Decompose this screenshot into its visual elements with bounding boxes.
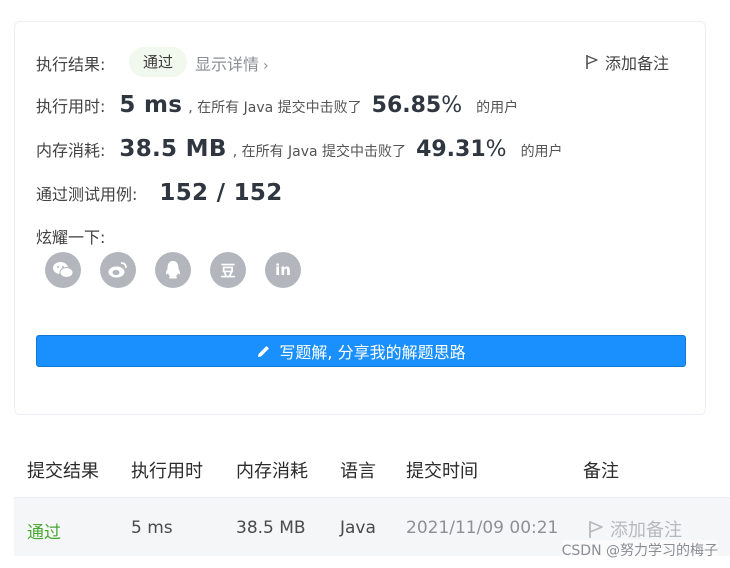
runtime-label: 执行用时: [36,97,106,116]
row-language: Java [340,518,376,538]
add-note-label: 添加备注 [604,54,669,73]
show-detail-label: 显示详情 [195,55,260,74]
memory-percent: 49.31 [416,137,486,162]
tests-label: 通过测试用例: [36,185,138,204]
memory-tail: 的用户 [520,144,563,160]
weibo-icon[interactable] [100,252,136,288]
memory-row: 内存消耗: 38.5 MB , 在所有 Java 提交中击败了 49.31 % … [36,136,563,162]
header-note: 备注 [583,461,619,482]
douban-glyph: 豆 [220,261,236,280]
header-time: 提交时间 [406,461,478,482]
tests-row: 通过测试用例: 152 / 152 [36,180,283,206]
status-badge: 通过 [129,47,188,77]
write-solution-button[interactable]: 写题解, 分享我的解题思路 [36,335,686,367]
tests-value: 152 / 152 [159,180,283,206]
show-detail-link[interactable]: 显示详情 › [195,51,269,75]
watermark: CSDN @努力学习的梅子 [561,540,718,560]
flag-icon [589,520,603,538]
share-label: 炫耀一下: [36,228,106,247]
row-result-link[interactable]: 通过 [27,518,61,543]
row-time: 2021/11/09 00:21 [406,518,559,538]
table-header: 提交结果 执行用时 内存消耗 语言 提交时间 备注 [14,437,730,497]
linkedin-glyph: in [275,261,291,279]
header-result: 提交结果 [27,461,99,482]
row-memory: 38.5 MB [236,518,306,538]
qq-icon[interactable] [155,252,191,288]
flag-icon [586,55,598,69]
header-runtime: 执行用时 [131,461,203,482]
memory-label: 内存消耗: [36,141,106,160]
douban-icon[interactable]: 豆 [210,252,246,288]
header-language: 语言 [340,461,376,482]
runtime-beat-text: , 在所有 Java 提交中击败了 [188,100,362,116]
share-row: 炫耀一下: [36,224,105,248]
memory-percent-sign: % [485,137,507,162]
row-add-note-button[interactable]: 添加备注 [588,516,682,542]
runtime-percent: 56.85 [371,93,442,118]
linkedin-icon[interactable]: in [265,252,301,288]
memory-beat-text: , 在所有 Java 提交中击败了 [232,144,407,160]
header-memory: 内存消耗 [236,461,308,482]
runtime-percent-sign: % [441,93,463,118]
add-note-button[interactable]: 添加备注 [585,50,669,74]
runtime-value: 5 ms [119,92,183,118]
share-icons: 豆 in [45,252,301,288]
result-label: 执行结果: [36,55,106,74]
runtime-tail: 的用户 [476,100,519,116]
submission-table: 提交结果 执行用时 内存消耗 语言 提交时间 备注 通过 5 ms 38.5 M… [14,437,730,557]
chevron-right-icon: › [263,58,269,74]
write-solution-label: 写题解, 分享我的解题思路 [279,343,466,362]
row-runtime: 5 ms [131,518,173,538]
memory-value: 38.5 MB [119,136,227,162]
wechat-icon[interactable] [45,252,81,288]
pencil-icon [258,345,270,357]
result-row: 执行结果: [36,51,105,75]
result-card: 执行结果: 通过 显示详情 › 添加备注 执行用时: 5 ms , 在所有 Jav… [14,21,706,415]
runtime-row: 执行用时: 5 ms , 在所有 Java 提交中击败了 56.85 % 的用户 [36,92,518,118]
row-add-note-label: 添加备注 [610,520,682,541]
